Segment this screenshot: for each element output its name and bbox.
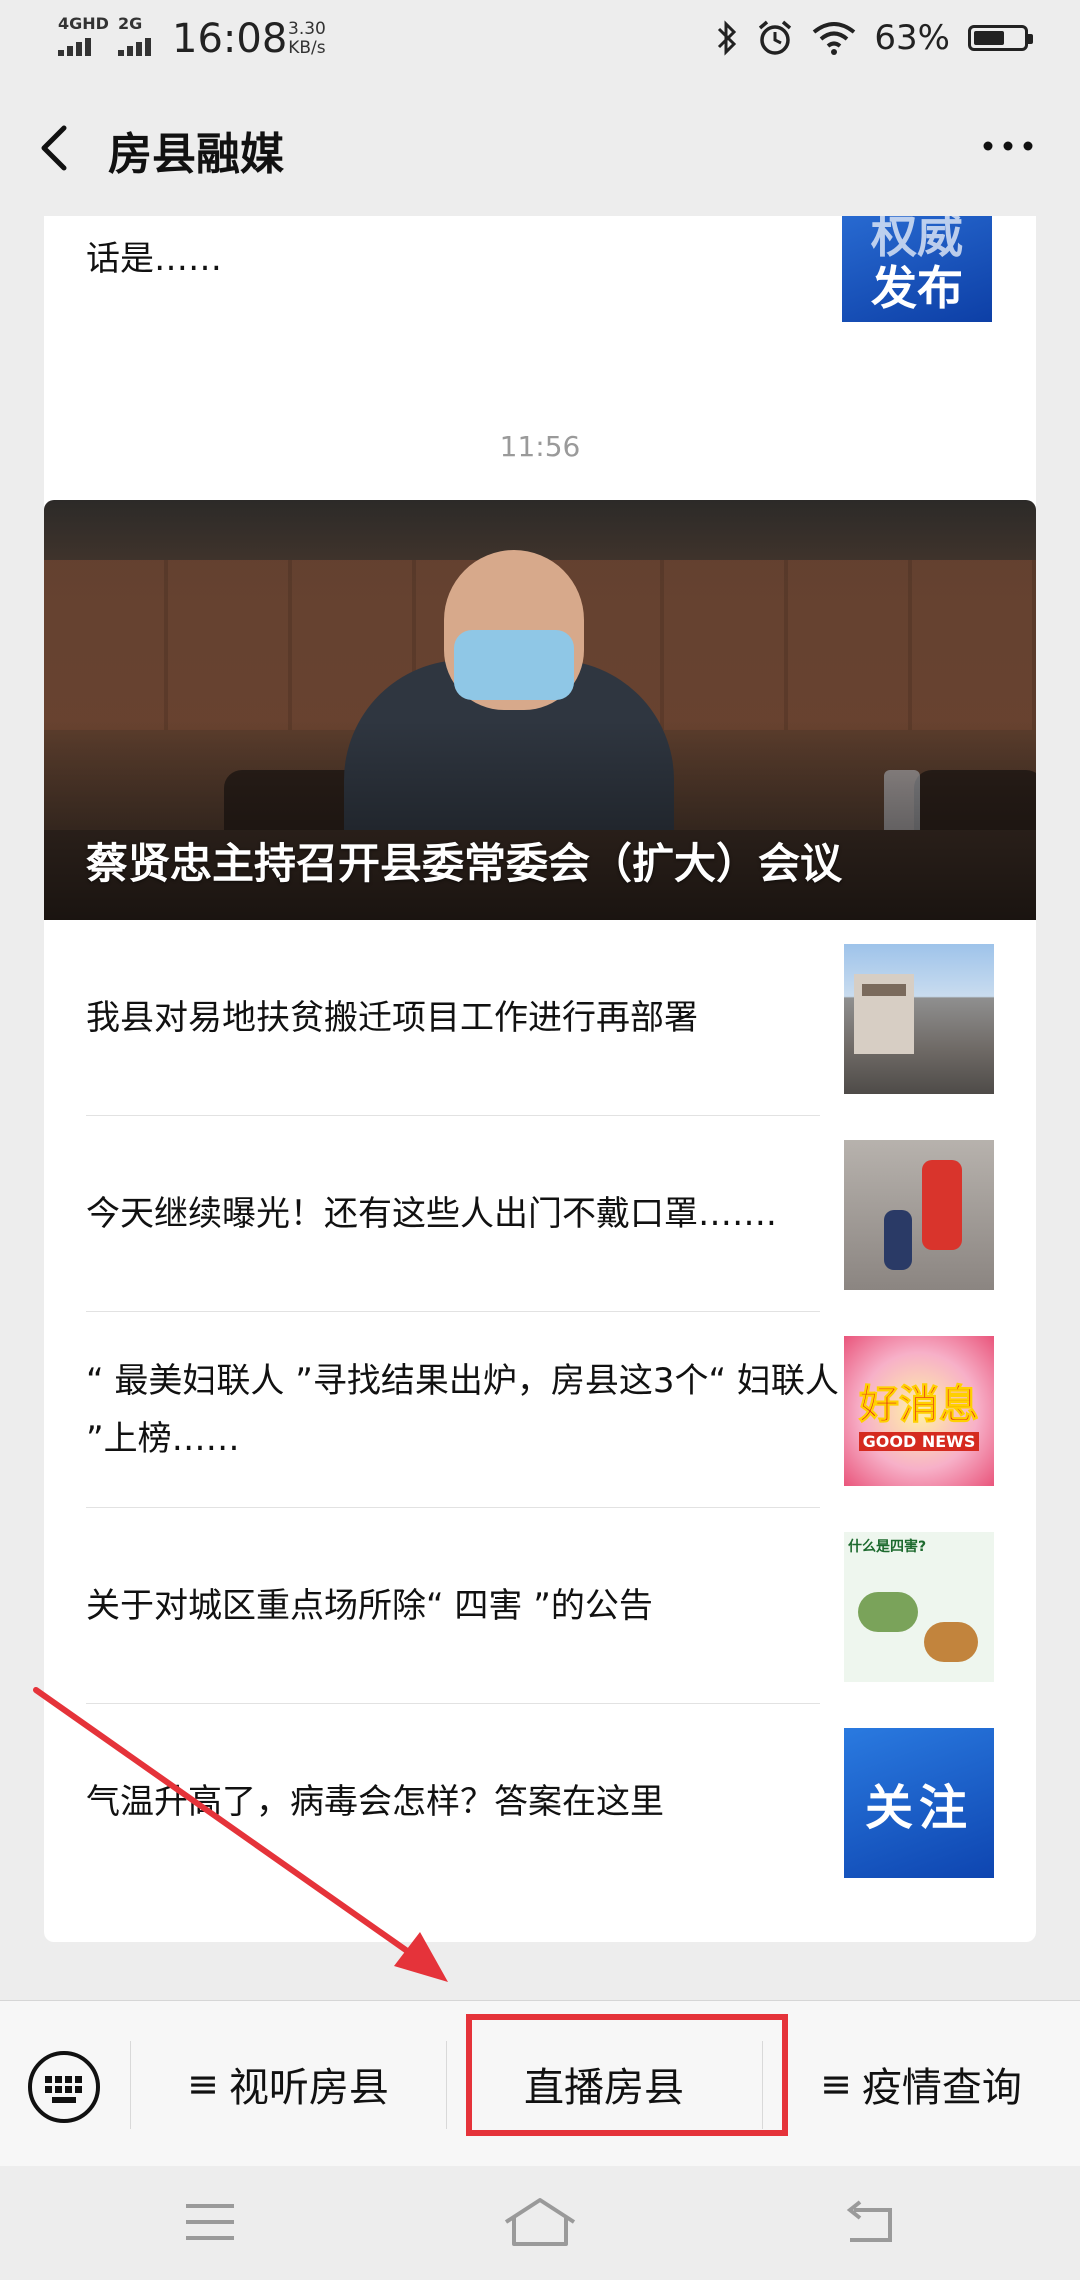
more-options-icon[interactable]	[980, 134, 1036, 158]
guanzhu-text: 关注	[864, 1780, 973, 1836]
street-photo-thumbnail	[844, 944, 994, 1094]
thumbnail-text-2: 发布	[871, 261, 963, 315]
article-list-item[interactable]: 今天继续曝光！还有这些人出门不戴口罩…….	[44, 1116, 1036, 1312]
hero-face-mask	[454, 630, 574, 700]
featured-article-title: 蔡贤忠主持召开县委常委会（扩大）会议	[86, 839, 843, 888]
status-icons: 63%	[716, 18, 1033, 58]
menu-item-label: 疫情查询	[861, 2065, 1022, 2111]
article-list-item[interactable]: “ 最美妇联人 ”寻找结果出炉，房县这3个“ 妇联人 ”上榜…… 好消息 GOO…	[44, 1312, 1036, 1508]
message-timestamp: 11:56	[499, 430, 581, 463]
menu-icon[interactable]	[180, 2192, 240, 2252]
alarm-icon	[759, 20, 792, 55]
keyboard-icon[interactable]	[26, 2049, 102, 2125]
nav-bar: 房县融媒	[0, 80, 1080, 216]
article-title: 气温升高了，病毒会怎样？答案在这里	[86, 1782, 664, 1822]
bluetooth-icon	[718, 20, 737, 56]
back-icon[interactable]	[840, 2192, 900, 2252]
page-title: 房县融媒	[108, 129, 284, 180]
back-arrow-icon[interactable]	[34, 122, 82, 174]
home-icon[interactable]	[502, 2192, 578, 2252]
wifi-icon	[813, 22, 856, 55]
thumbnail-text-1: 权威	[871, 216, 963, 263]
menu-item-shiting[interactable]: ≡ 视听房县	[130, 2001, 446, 2167]
pests-heading: 什么是四害?	[848, 1539, 927, 1555]
article-list-item[interactable]: 气温升高了，病毒会怎样？答案在这里 关注	[44, 1704, 1036, 1900]
good-news-thumbnail: 好消息 GOOD NEWS	[844, 1336, 994, 1486]
status-bar: 4GHD 2G 16:08 3.30 KB/s 63%	[0, 0, 1080, 80]
network-speed: 3.30 KB/s	[288, 20, 326, 58]
menu-item-label: 视听房县	[228, 2065, 389, 2111]
clock: 16:08	[172, 16, 288, 62]
system-nav-bar	[0, 2166, 1080, 2280]
authority-release-thumbnail: 权威 发布	[842, 216, 992, 322]
article-card: 蔡贤忠主持召开县委常委会（扩大）会议 我县对易地扶贫搬迁项目工作进行再部署 今天…	[44, 500, 1036, 1942]
guanzhu-banner-thumbnail: 关注	[844, 1728, 994, 1878]
previous-article-line-2: 话是……	[86, 239, 222, 279]
pests-poster-thumbnail: 什么是四害?	[844, 1532, 994, 1682]
submenu-icon: ≡	[187, 2062, 219, 2106]
article-title: 今天继续曝光！还有这些人出门不戴口罩…….	[86, 1194, 777, 1234]
signal-2g-icon: 2G	[118, 14, 168, 60]
featured-article[interactable]: 蔡贤忠主持召开县委常委会（扩大）会议	[44, 500, 1036, 920]
previous-article-title: 房县这家医院可以做核酸检测，接到电 话是……	[86, 216, 826, 288]
article-title: 关于对城区重点场所除“ 四害 ”的公告	[86, 1586, 653, 1626]
battery-level	[974, 31, 1004, 45]
good-news-english: GOOD NEWS	[858, 1431, 980, 1451]
network-speed-unit: KB/s	[288, 38, 326, 58]
good-news-text: 好消息	[859, 1381, 980, 1428]
article-list-item[interactable]: 关于对城区重点场所除“ 四害 ”的公告 什么是四害?	[44, 1508, 1036, 1704]
network-speed-value: 3.30	[288, 19, 326, 39]
article-title: “ 最美妇联人 ”寻找结果出炉，房县这3个“ 妇联人 ”上榜……	[86, 1361, 839, 1459]
battery-percent: 63%	[874, 18, 950, 58]
kids-photo-thumbnail	[844, 1140, 994, 1290]
previous-article-line-1: 房县这家医院可以做核酸检测，接到电	[86, 216, 826, 230]
article-list-item[interactable]: 我县对易地扶贫搬迁项目工作进行再部署	[44, 920, 1036, 1116]
annotation-highlight-box	[466, 2014, 788, 2136]
battery-icon	[968, 25, 1033, 51]
submenu-icon: ≡	[820, 2062, 852, 2106]
network-type-2: 2G	[118, 14, 143, 33]
network-type-1: 4GHD	[58, 14, 109, 33]
article-title: 我县对易地扶贫搬迁项目工作进行再部署	[86, 998, 698, 1038]
message-list[interactable]: 房县这家医院可以做核酸检测，接到电 话是…… 权威 发布 11:56 蔡贤忠主持…	[0, 216, 1080, 2000]
menu-item-yiqing[interactable]: ≡ 疫情查询	[762, 2001, 1080, 2167]
